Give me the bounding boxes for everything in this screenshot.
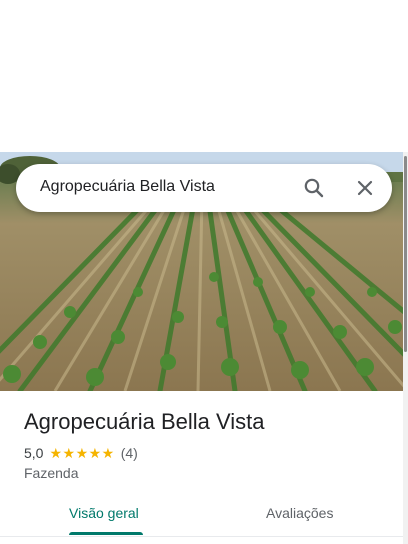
review-count[interactable]: (4) [121, 445, 138, 461]
search-icon[interactable] [302, 176, 326, 200]
active-tab-indicator [69, 532, 143, 535]
scrollbar-thumb[interactable] [404, 156, 407, 352]
blank-area [0, 0, 408, 152]
search-box[interactable]: Agropecuária Bella Vista [16, 164, 392, 212]
tab-reviews[interactable]: Avaliações [266, 505, 333, 521]
close-icon[interactable] [353, 176, 377, 200]
place-title: Agropecuária Bella Vista [24, 409, 265, 434]
search-input[interactable]: Agropecuária Bella Vista [40, 178, 215, 196]
rating-row[interactable]: 5,0 ★★★★★ (4) [24, 444, 138, 462]
rating-value: 5,0 [24, 445, 44, 461]
place-category[interactable]: Fazenda [24, 465, 78, 481]
tab-overview[interactable]: Visão geral [69, 505, 139, 521]
tab-bar: Visão geral Avaliações [0, 492, 403, 537]
star-rating-icon: ★★★★★ [49, 444, 115, 461]
